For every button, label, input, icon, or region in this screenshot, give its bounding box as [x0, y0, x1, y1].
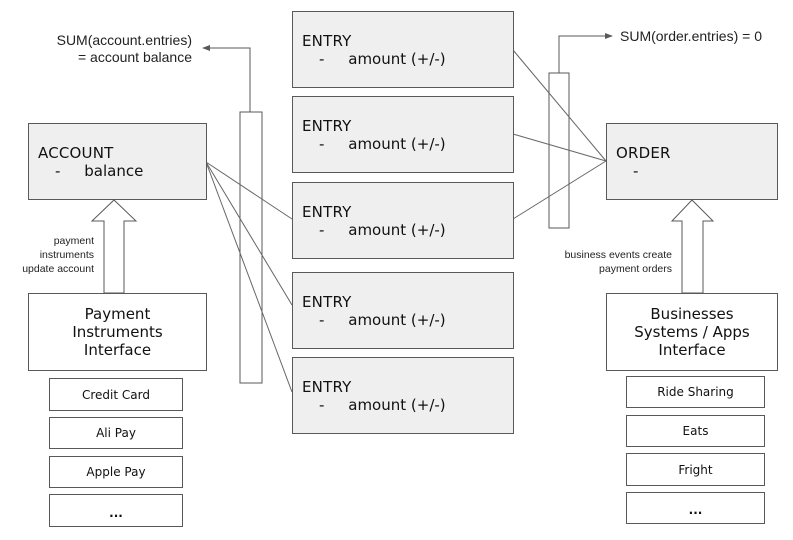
entry-amount-field: - amount (+/-)	[319, 50, 446, 68]
business-up-arrow	[670, 199, 715, 294]
account-entity[interactable]: ACCOUNT - balance	[28, 123, 207, 200]
payment-instruments-interface[interactable]: Payment Instruments Interface	[28, 293, 207, 371]
entry-amount-field: - amount (+/-)	[319, 135, 446, 153]
account-sum-line2: = account balance	[77, 49, 192, 65]
account-entries-bracket	[239, 111, 263, 384]
entry-title: ENTRY	[302, 378, 352, 396]
entry-amount-field: - amount (+/-)	[319, 221, 446, 239]
business-item-more[interactable]: ...	[626, 492, 765, 524]
account-sum-line1: SUM(account.entries)	[56, 32, 192, 48]
entry-title: ENTRY	[302, 203, 352, 221]
business-item-ride-sharing[interactable]: Ride Sharing	[626, 376, 765, 408]
entry-entity[interactable]: ENTRY - amount (+/-)	[292, 96, 514, 173]
entry-entity[interactable]: ENTRY - amount (+/-)	[292, 182, 514, 259]
payment-up-arrow	[90, 199, 138, 294]
entry-amount-field: - amount (+/-)	[319, 311, 446, 329]
payment-item-ali-pay[interactable]: Ali Pay	[49, 417, 183, 449]
account-balance-field: - balance	[55, 162, 144, 180]
entry-title: ENTRY	[302, 117, 352, 135]
business-events-note: business events create payment orders	[564, 249, 672, 275]
business-item-eats[interactable]: Eats	[626, 415, 765, 447]
order-sum-note: SUM(order.entries) = 0	[620, 28, 762, 44]
entry-entity[interactable]: ENTRY - amount (+/-)	[292, 11, 514, 88]
entry-amount-field: - amount (+/-)	[319, 396, 446, 414]
business-item-fright[interactable]: Fright	[626, 453, 765, 486]
payment-update-note: payment instruments update account	[22, 235, 94, 275]
payment-item-more[interactable]: ...	[49, 494, 183, 527]
entry-title: ENTRY	[302, 32, 352, 50]
business-systems-interface[interactable]: Businesses Systems / Apps Interface	[606, 293, 778, 371]
order-sum-arrow	[558, 33, 613, 73]
order-field: -	[633, 162, 639, 180]
payment-item-apple-pay[interactable]: Apple Pay	[49, 456, 183, 488]
payment-item-credit-card[interactable]: Credit Card	[49, 378, 183, 411]
entry-entity[interactable]: ENTRY - amount (+/-)	[292, 357, 514, 434]
account-sum-arrow	[202, 45, 251, 112]
order-entity[interactable]: ORDER -	[606, 123, 778, 200]
entry-entity[interactable]: ENTRY - amount (+/-)	[292, 272, 514, 349]
entry-title: ENTRY	[302, 293, 352, 311]
account-sum-note: SUM(account.entries) = account balance	[30, 32, 192, 66]
account-title: ACCOUNT	[38, 144, 114, 162]
order-title: ORDER	[616, 144, 671, 162]
